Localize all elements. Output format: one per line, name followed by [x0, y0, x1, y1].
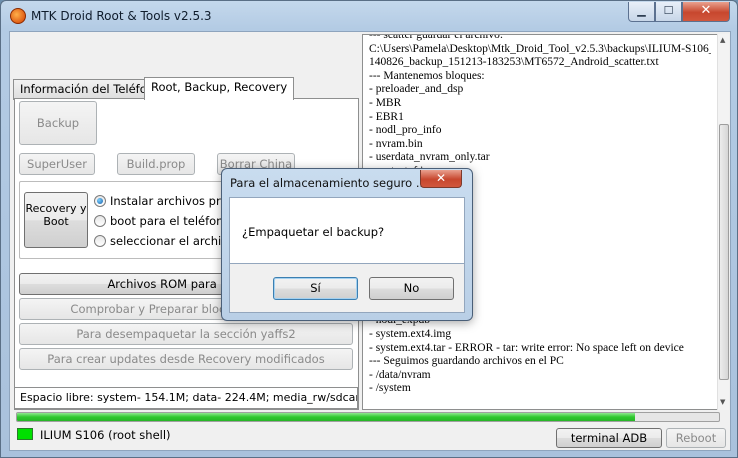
- log-line: - /data/nvram: [369, 368, 431, 381]
- log-line: - nvram.bin: [369, 137, 423, 150]
- scroll-up-icon[interactable]: ▲: [720, 36, 725, 44]
- progress-fill: [17, 413, 635, 421]
- dialog-footer: Sí No: [229, 264, 465, 313]
- terminal-adb-button[interactable]: terminal ADB: [556, 428, 662, 448]
- radio-unchecked-icon: [94, 235, 106, 247]
- yes-button[interactable]: Sí: [273, 277, 358, 300]
- log-line: - MBR: [369, 96, 402, 109]
- maximize-button[interactable]: ☐: [655, 2, 682, 22]
- dialog-close-button[interactable]: ✕: [420, 170, 462, 188]
- radio-seleccionar-boot[interactable]: seleccionar el archivo boot: [94, 234, 224, 248]
- log-line: - system.ext4.tar - ERROR - tar: write e…: [369, 341, 684, 354]
- no-button[interactable]: No: [369, 277, 454, 300]
- log-line: 140826_backup_151213-183253\MT6572_Andro…: [369, 56, 659, 69]
- scroll-down-icon[interactable]: ▼: [720, 398, 725, 406]
- log-line: - nodl_pro_info: [369, 124, 442, 137]
- progress-bar: [16, 412, 720, 422]
- radio-checked-icon: [94, 195, 106, 207]
- radio-unchecked-icon: [94, 215, 106, 227]
- radio-boot-telefono[interactable]: boot para el teléfono: [94, 214, 224, 228]
- confirm-dialog: Para el almacenamiento seguro ... ✕ ¿Emp…: [221, 168, 473, 321]
- device-status-led: [17, 428, 33, 440]
- log-line: - system.ext4.img: [369, 328, 452, 341]
- dialog-title: Para el almacenamiento seguro ...: [230, 176, 427, 190]
- title-bar[interactable]: MTK Droid Root & Tools v2.5.3 ▁ ☐ ✕: [1, 1, 737, 31]
- radio-instalar-archivos[interactable]: Instalar archivos previamente: [94, 194, 224, 208]
- backup-button[interactable]: Backup: [19, 101, 97, 145]
- window-title: MTK Droid Root & Tools v2.5.3: [31, 9, 212, 23]
- tab-root-backup-recovery[interactable]: Root, Backup, Recovery: [144, 77, 295, 100]
- log-line: --- Seguimos guardando archivos en el PC: [369, 355, 564, 368]
- device-label: ILIUM S106 (root shell): [40, 428, 171, 442]
- log-line: - EBR1: [369, 110, 404, 123]
- reboot-button[interactable]: Reboot: [666, 428, 726, 448]
- dialog-body: ¿Empaquetar el backup?: [229, 197, 465, 264]
- app-icon: [10, 8, 26, 24]
- log-line: --- scatter guardar el archivo:: [369, 34, 504, 41]
- scroll-thumb[interactable]: [719, 124, 729, 380]
- close-button[interactable]: ✕: [682, 2, 730, 22]
- log-line: - userdata_nvram_only.tar: [369, 151, 490, 164]
- build-prop-button[interactable]: Build.prop: [117, 153, 195, 175]
- minimize-button[interactable]: ▁: [628, 2, 655, 22]
- free-space-status: Espacio libre: system- 154.1M; data- 224…: [14, 387, 358, 409]
- dialog-message: ¿Empaquetar el backup?: [242, 225, 385, 239]
- log-line: C:\Users\Pamela\Desktop\Mtk_Droid_Tool_v…: [369, 42, 711, 55]
- log-line: --- Mantenemos bloques:: [369, 69, 485, 82]
- log-scrollbar[interactable]: ▲ ▼: [717, 34, 729, 410]
- superuser-button[interactable]: SuperUser: [19, 153, 95, 175]
- crear-updates-button[interactable]: Para crear updates desde Recovery modifi…: [19, 348, 353, 370]
- recovery-boot-button[interactable]: Recovery y Boot: [24, 192, 88, 248]
- log-line: - preloader_and_dsp: [369, 83, 464, 96]
- desempaquetar-yaffs2-button[interactable]: Para desempaquetar la sección yaffs2: [19, 323, 353, 345]
- log-line: - /system: [369, 382, 411, 395]
